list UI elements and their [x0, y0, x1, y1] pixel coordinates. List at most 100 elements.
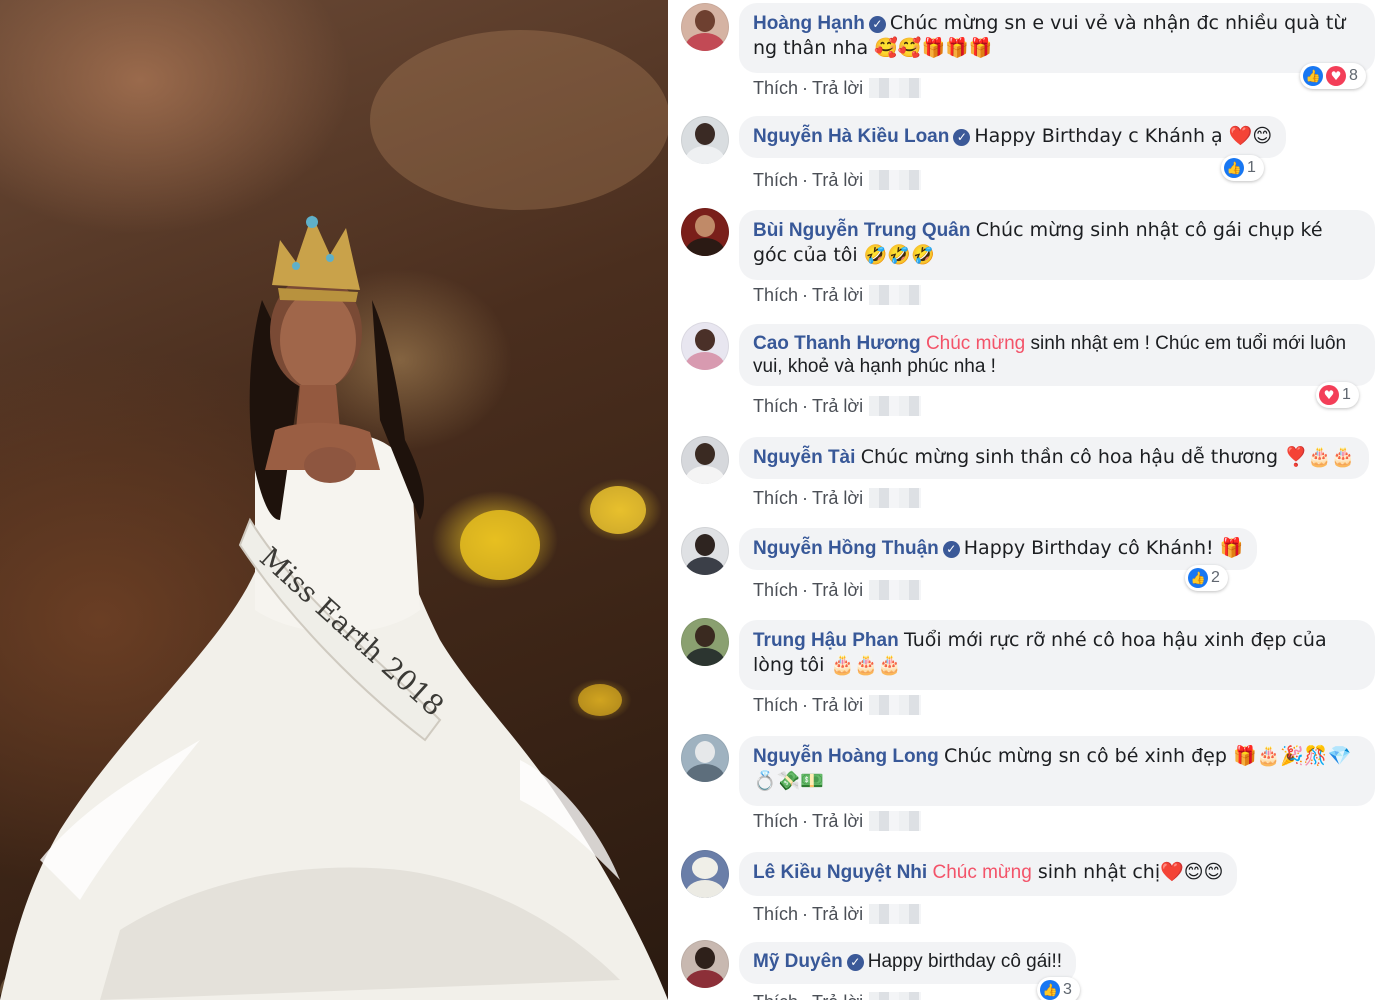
verified-badge-icon: ✓	[953, 129, 971, 146]
comment-actions: Thích·Trả lời	[753, 170, 922, 190]
pixelated-timestamp	[869, 992, 922, 1000]
comments-panel: Hoàng Hạnh ✓ Chúc mừng sn e vui vẻ và nhận…	[668, 0, 1379, 1000]
reaction-summary[interactable]: 👍 2	[1185, 565, 1228, 591]
reply-link[interactable]: Trả lời	[812, 811, 863, 831]
like-link[interactable]: Thích	[753, 992, 798, 1000]
love-icon: ♥	[1326, 66, 1346, 86]
avatar[interactable]	[681, 940, 729, 988]
reaction-count: 2	[1211, 569, 1220, 586]
comment-actions: Thích·Trả lời	[753, 396, 922, 416]
comment-author[interactable]: Lê Kiều Nguyệt Nhi	[753, 862, 927, 883]
verified-badge-icon: ✓	[942, 541, 960, 558]
tag-link[interactable]: Chúc mừng	[926, 333, 1025, 354]
avatar[interactable]	[681, 116, 729, 164]
pixelated-timestamp	[869, 78, 922, 98]
like-link[interactable]: Thích	[753, 396, 798, 416]
pixelated-timestamp	[869, 580, 922, 600]
verified-badge-icon: ✓	[868, 16, 886, 33]
like-icon: 👍	[1188, 568, 1208, 588]
comment-text: Chúc mừng sinh thần cô hoa hậu dễ thương…	[860, 446, 1356, 468]
avatar[interactable]	[681, 436, 729, 484]
comment-bubble: Lê Kiều Nguyệt Nhi Chúc mừng sinh nhật c…	[739, 852, 1238, 896]
reply-link[interactable]: Trả lời	[812, 580, 863, 600]
reply-link[interactable]: Trả lời	[812, 170, 863, 190]
like-link[interactable]: Thích	[753, 904, 798, 924]
like-link[interactable]: Thích	[753, 580, 798, 600]
pixelated-timestamp	[869, 396, 922, 416]
avatar[interactable]	[681, 208, 729, 256]
pixelated-timestamp	[869, 695, 922, 715]
avatar[interactable]	[681, 322, 729, 370]
comment-author[interactable]: Trung Hậu Phan	[753, 630, 899, 651]
comment-text: Happy birthday cô gái!!	[867, 951, 1063, 972]
comment-author[interactable]: Cao Thanh Hương	[753, 333, 921, 354]
photo-illustration: Miss Earth 2018	[0, 30, 668, 1000]
avatar[interactable]	[681, 850, 729, 898]
reply-link[interactable]: Trả lời	[812, 78, 863, 98]
post-photo[interactable]: Miss Earth 2018	[0, 0, 668, 1000]
reply-link[interactable]: Trả lời	[812, 992, 863, 1000]
reply-link[interactable]: Trả lời	[812, 904, 863, 924]
reply-link[interactable]: Trả lời	[812, 285, 863, 305]
comment-bubble: Hoàng Hạnh ✓ Chúc mừng sn e vui vẻ và nhận…	[739, 3, 1375, 73]
reaction-summary[interactable]: 👍 1	[1221, 155, 1264, 181]
reply-link[interactable]: Trả lời	[812, 695, 863, 715]
pixelated-timestamp	[869, 488, 922, 508]
like-icon: 👍	[1224, 158, 1244, 178]
comment-actions: Thích·Trả lời	[753, 580, 922, 600]
tag-link[interactable]: Chúc mừng	[932, 862, 1031, 883]
comment-bubble: Nguyễn Tài Chúc mừng sinh thần cô hoa hậ…	[739, 437, 1370, 479]
comment-actions: Thích·Trả lời	[753, 78, 922, 98]
like-link[interactable]: Thích	[753, 170, 798, 190]
comment-bubble: Nguyễn Hồng Thuận ✓ Happy Birthday cô Khán…	[739, 528, 1258, 570]
comment-actions: Thích·Trả lời	[753, 285, 922, 305]
like-icon: 👍	[1040, 980, 1060, 1000]
like-link[interactable]: Thích	[753, 811, 798, 831]
comment-author[interactable]: Mỹ Duyên	[753, 951, 843, 972]
comment-actions: Thích·Trả lời	[753, 488, 922, 508]
like-icon: 👍	[1303, 66, 1323, 86]
reaction-count: 1	[1342, 386, 1351, 403]
pixelated-timestamp	[869, 904, 922, 924]
pixelated-timestamp	[869, 285, 922, 305]
comment-author[interactable]: Nguyễn Tài	[753, 447, 855, 468]
avatar[interactable]	[681, 527, 729, 575]
pixelated-timestamp	[869, 170, 922, 190]
avatar[interactable]	[681, 734, 729, 782]
reply-link[interactable]: Trả lời	[812, 396, 863, 416]
comment-bubble: Cao Thanh Hương Chúc mừng sinh nhật em !…	[739, 324, 1375, 386]
comment-bubble: Mỹ Duyên ✓ Happy birthday cô gái!!	[739, 942, 1077, 984]
reaction-count: 3	[1063, 981, 1072, 998]
reply-link[interactable]: Trả lời	[812, 488, 863, 508]
love-icon: ♥	[1319, 385, 1339, 405]
reaction-count: 8	[1349, 67, 1358, 84]
comment-actions: Thích·Trả lời	[753, 811, 922, 831]
reaction-count: 1	[1247, 159, 1256, 176]
like-link[interactable]: Thích	[753, 695, 798, 715]
comment-actions: Thích·Trả lời	[753, 992, 922, 1000]
reaction-summary[interactable]: 👍 ♥ 8	[1300, 63, 1366, 89]
comment-bubble: Trung Hậu Phan Tuổi mới rực rỡ nhé cô ho…	[739, 620, 1375, 690]
comment-actions: Thích·Trả lời	[753, 695, 922, 715]
comment-author[interactable]: Bùi Nguyễn Trung Quân	[753, 220, 970, 241]
avatar[interactable]	[681, 3, 729, 51]
like-link[interactable]: Thích	[753, 285, 798, 305]
comment-bubble: Bùi Nguyễn Trung Quân Chúc mừng sinh nhậ…	[739, 210, 1375, 280]
comment-text: Happy Birthday cô Khánh! 🎁	[963, 537, 1244, 559]
reaction-summary[interactable]: 👍 3	[1037, 977, 1080, 1000]
like-link[interactable]: Thích	[753, 488, 798, 508]
comment-text: sinh nhật chị❤️😊😊	[1031, 861, 1224, 883]
pixelated-timestamp	[869, 811, 922, 831]
reaction-summary[interactable]: ♥ 1	[1316, 382, 1359, 408]
avatar[interactable]	[681, 618, 729, 666]
comment-author[interactable]: Hoàng Hạnh	[753, 13, 865, 34]
comment-author[interactable]: Nguyễn Hà Kiều Loan	[753, 126, 949, 147]
comment-bubble: Nguyễn Hoàng Long Chúc mừng sn cô bé xin…	[739, 736, 1375, 806]
comment-author[interactable]: Nguyễn Hoàng Long	[753, 746, 939, 767]
comment-actions: Thích·Trả lời	[753, 904, 922, 924]
comment-author[interactable]: Nguyễn Hồng Thuận	[753, 538, 939, 559]
comment-text: Happy Birthday c Khánh ạ ❤️😊	[974, 125, 1273, 147]
comment-bubble: Nguyễn Hà Kiều Loan ✓ Happy Birthday c Khá…	[739, 116, 1287, 158]
verified-badge-icon: ✓	[846, 954, 864, 971]
like-link[interactable]: Thích	[753, 78, 798, 98]
